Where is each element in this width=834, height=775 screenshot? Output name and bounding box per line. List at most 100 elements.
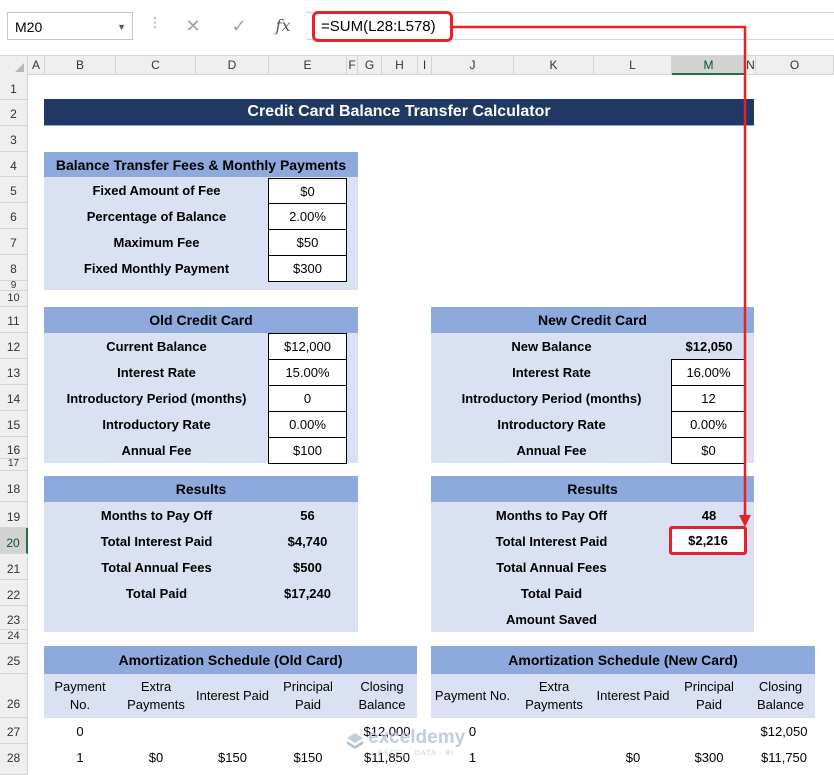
drag-handle-icon[interactable]: ⋮ <box>148 14 162 31</box>
old-schedule-cell: $150 <box>293 749 323 765</box>
watermark-tagline: EXCEL · DATA · BI <box>378 750 454 757</box>
row-header-25[interactable]: 25 <box>0 644 28 674</box>
old-input-interest-rate[interactable]: 15.00% <box>268 359 347 386</box>
new-schedule-cell: $300 <box>694 749 724 765</box>
row-header-10[interactable]: 10 <box>0 291 28 307</box>
new-results-header: Results <box>431 476 754 502</box>
new-schedule-header: Amortization Schedule (New Card) <box>431 646 815 674</box>
row-header-28[interactable]: 28 <box>0 744 28 775</box>
insert-function-icon[interactable]: fx <box>270 12 296 40</box>
fee-label-maximum: Maximum Fee <box>113 234 200 250</box>
row-header-3[interactable]: 3 <box>0 126 28 152</box>
new-card-header: New Credit Card <box>431 307 754 333</box>
column-header-k[interactable]: K <box>514 56 594 75</box>
row-header-23[interactable]: 23 <box>0 606 28 630</box>
row-header-7[interactable]: 7 <box>0 229 28 255</box>
old-input-annual-fee[interactable]: $100 <box>268 437 347 464</box>
column-header-j[interactable]: J <box>432 56 514 75</box>
enter-icon[interactable]: ✓ <box>226 12 252 40</box>
column-header-f[interactable]: F <box>347 56 358 75</box>
new-result-label-annual-fees: Total Annual Fees <box>496 559 607 575</box>
column-header-h[interactable]: H <box>382 56 418 75</box>
new-result-label-total-paid: Total Paid <box>520 585 583 601</box>
column-header-l[interactable]: L <box>594 56 672 75</box>
row-header-14[interactable]: 14 <box>0 385 28 411</box>
new-result-label-months: Months to Pay Off <box>495 507 608 523</box>
new-label-annual-fee: Annual Fee <box>516 442 587 458</box>
row-header-27[interactable]: 27 <box>0 718 28 744</box>
row-header-20[interactable]: 20 <box>0 528 28 554</box>
row-header-19[interactable]: 19 <box>0 502 28 528</box>
row-header-26[interactable]: 26 <box>0 674 28 718</box>
new-value-new-balance: $12,050 <box>685 338 733 354</box>
old-label-current-balance: Current Balance <box>106 338 207 354</box>
cancel-icon[interactable]: ✕ <box>180 12 206 40</box>
column-header-g[interactable]: G <box>358 56 382 75</box>
column-header-d[interactable]: D <box>196 56 269 75</box>
column-header-b[interactable]: B <box>45 56 116 75</box>
row-header-15[interactable]: 15 <box>0 411 28 437</box>
chevron-down-icon[interactable]: ▼ <box>117 22 126 32</box>
new-result-label-interest: Total Interest Paid <box>495 533 608 549</box>
name-box[interactable]: M20 ▼ <box>7 12 133 40</box>
old-schedule-col-closing: Closing Balance <box>347 674 417 718</box>
row-header-24[interactable]: 24 <box>0 630 28 644</box>
column-header-m[interactable]: M <box>672 56 746 75</box>
new-input-intro-period[interactable]: 12 <box>671 385 746 412</box>
row-header-2[interactable]: 2 <box>0 100 28 126</box>
column-header-o[interactable]: O <box>756 56 834 75</box>
old-schedule-col-payment: Payment No. <box>44 674 116 718</box>
row-header-12[interactable]: 12 <box>0 333 28 359</box>
row-header-21[interactable]: 21 <box>0 554 28 580</box>
new-label-interest-rate: Interest Rate <box>512 364 591 380</box>
row-header-6[interactable]: 6 <box>0 203 28 229</box>
new-schedule-col-extra: Extra Payments <box>514 674 594 718</box>
watermark-text: exceldemy <box>368 727 466 748</box>
old-input-current-balance[interactable]: $12,000 <box>268 333 347 360</box>
row-header-9[interactable]: 9 <box>0 281 28 291</box>
new-schedule-col-payment: Payment No. <box>431 674 514 718</box>
row-header-11[interactable]: 11 <box>0 307 28 333</box>
row-header-22[interactable]: 22 <box>0 580 28 606</box>
old-schedule-cell: 1 <box>76 749 84 765</box>
row-header-5[interactable]: 5 <box>0 177 28 203</box>
formula-actions: ✕ ✓ fx <box>172 12 302 40</box>
row-header-8[interactable]: 8 <box>0 255 28 281</box>
fee-input-percentage[interactable]: 2.00% <box>268 203 347 230</box>
column-header-i[interactable]: I <box>418 56 432 75</box>
old-label-annual-fee: Annual Fee <box>121 442 192 458</box>
fee-input-fixed-amount[interactable]: $0 <box>268 178 347 204</box>
row-header-16[interactable]: 16 <box>0 437 28 459</box>
new-result-value-amount-saved <box>672 606 746 632</box>
fee-label-fixed-amount: Fixed Amount of Fee <box>92 182 221 198</box>
old-schedule-col-extra: Extra Payments <box>116 674 196 718</box>
column-header-e[interactable]: E <box>269 56 347 75</box>
new-input-interest-rate[interactable]: 16.00% <box>671 359 746 386</box>
column-header-n[interactable]: N <box>746 56 756 75</box>
fee-input-monthly-payment[interactable]: $300 <box>268 255 347 282</box>
old-result-label-annual-fees: Total Annual Fees <box>101 559 212 575</box>
row-header-4[interactable]: 4 <box>0 152 28 177</box>
old-schedule-col-principal: Principal Paid <box>269 674 347 718</box>
new-label-intro-rate: Introductory Rate <box>497 416 606 432</box>
old-input-intro-period[interactable]: 0 <box>268 385 347 412</box>
select-all-icon[interactable] <box>0 56 28 75</box>
row-header-18[interactable]: 18 <box>0 471 28 502</box>
new-input-annual-fee[interactable]: $0 <box>671 437 746 464</box>
fee-input-maximum[interactable]: $50 <box>268 229 347 256</box>
old-result-label-months: Months to Pay Off <box>100 507 213 523</box>
row-header-17[interactable]: 17 <box>0 459 28 471</box>
column-header-c[interactable]: C <box>116 56 196 75</box>
old-schedule-header: Amortization Schedule (Old Card) <box>44 646 417 674</box>
row-header-13[interactable]: 13 <box>0 359 28 385</box>
formula-text[interactable]: =SUM(L28:L578) <box>312 11 453 42</box>
new-result-value-total-paid <box>672 580 746 606</box>
new-input-intro-rate[interactable]: 0.00% <box>671 411 746 438</box>
selected-cell-total-interest[interactable]: $2,216 <box>669 526 747 555</box>
old-label-intro-period: Introductory Period (months) <box>66 390 247 406</box>
column-header-a[interactable]: A <box>28 56 45 75</box>
row-header-1[interactable]: 1 <box>0 75 28 100</box>
new-schedule-col-closing: Closing Balance <box>746 674 815 718</box>
old-result-value-interest: $4,740 <box>287 533 328 549</box>
old-input-intro-rate[interactable]: 0.00% <box>268 411 347 438</box>
